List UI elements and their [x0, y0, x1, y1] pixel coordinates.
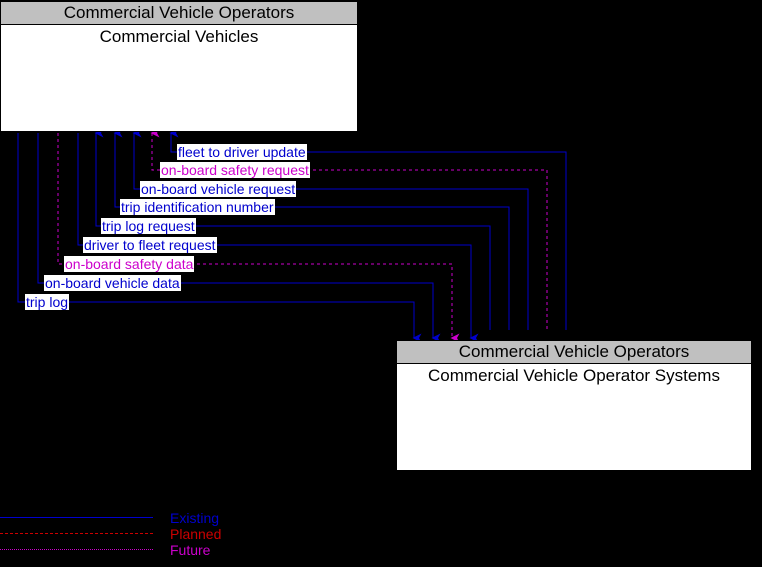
- legend: Existing Planned Future: [0, 505, 300, 567]
- flow-label-on-board-vehicle-data[interactable]: on-board vehicle data: [44, 275, 181, 291]
- entity-commercial-vehicle-operator-systems-name: Commercial Vehicle Operator Systems: [428, 366, 720, 385]
- legend-label-future: Future: [170, 542, 211, 558]
- flow-label-on-board-safety-request[interactable]: on-board safety request: [160, 162, 310, 178]
- flow-label-on-board-safety-data[interactable]: on-board safety data: [64, 256, 195, 272]
- legend-line-planned: [0, 533, 153, 534]
- diagram-canvas: Commercial Vehicle Operators Commercial …: [0, 0, 762, 567]
- legend-label-planned: Planned: [170, 526, 222, 542]
- legend-item-planned: Planned: [0, 526, 300, 542]
- entity-commercial-vehicles-name: Commercial Vehicles: [99, 27, 259, 46]
- flow-label-on-board-vehicle-request[interactable]: on-board vehicle request: [140, 181, 297, 197]
- flow-label-trip-log[interactable]: trip log: [25, 294, 70, 310]
- flow-label-driver-to-fleet-request[interactable]: driver to fleet request: [83, 237, 217, 253]
- flow-label-trip-identification-number[interactable]: trip identification number: [120, 199, 275, 215]
- entity-commercial-vehicle-operator-systems-header: Commercial Vehicle Operators: [397, 341, 751, 364]
- legend-line-existing: [0, 517, 153, 518]
- entity-commercial-vehicle-operator-systems[interactable]: Commercial Vehicle Operators Commercial …: [396, 340, 752, 471]
- entity-commercial-vehicles[interactable]: Commercial Vehicle Operators Commercial …: [0, 1, 358, 132]
- legend-label-existing: Existing: [170, 510, 220, 526]
- legend-line-future: [0, 549, 153, 550]
- legend-item-future: Future: [0, 542, 300, 558]
- entity-commercial-vehicles-header: Commercial Vehicle Operators: [1, 2, 357, 25]
- flow-label-trip-log-request[interactable]: trip log request: [101, 218, 196, 234]
- flow-label-fleet-to-driver-update[interactable]: fleet to driver update: [177, 144, 307, 160]
- legend-item-existing: Existing: [0, 510, 300, 526]
